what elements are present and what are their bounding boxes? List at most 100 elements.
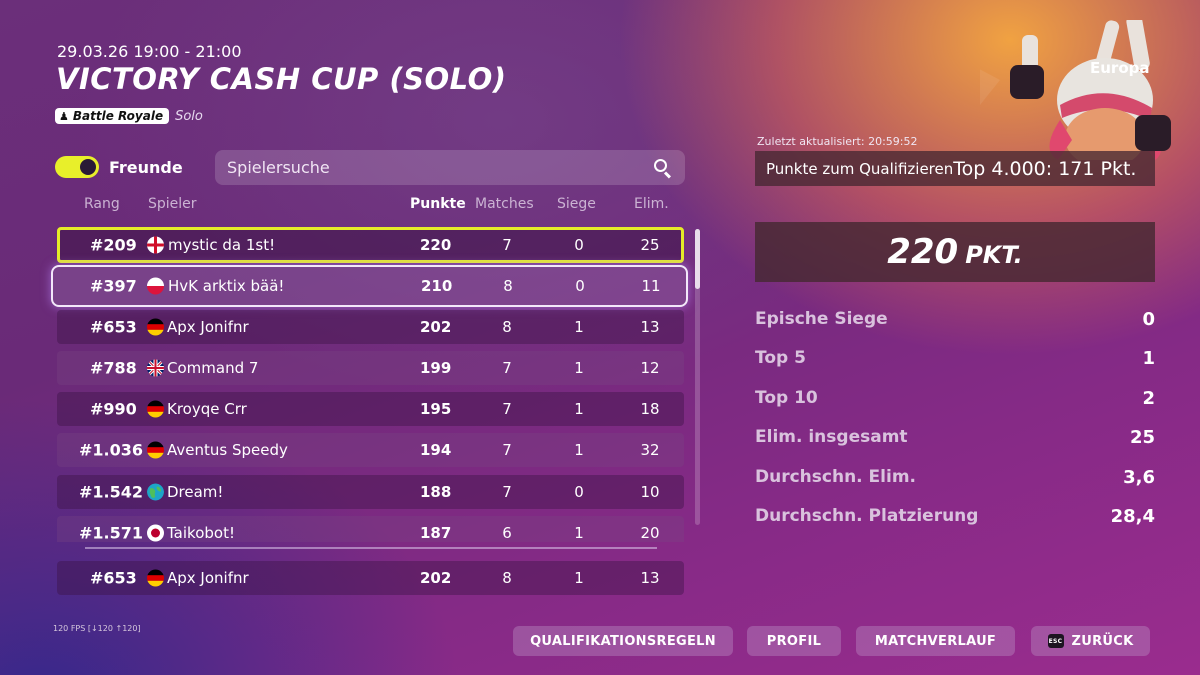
qualification-rules-button[interactable]: QUALIFIKATIONSREGELN xyxy=(513,626,733,656)
row-wins: 0 xyxy=(575,277,585,295)
character-artwork xyxy=(980,20,1171,160)
player-search-input[interactable]: Spielersuche xyxy=(215,150,685,185)
friends-toggle[interactable]: Freunde xyxy=(55,156,183,178)
back-button-label: ZURÜCK xyxy=(1071,633,1134,649)
row-wins: 1 xyxy=(574,400,584,418)
row-elims: 32 xyxy=(640,441,660,459)
event-date: 29.03.26 19:00 - 21:00 xyxy=(57,42,242,61)
row-rank: #653 xyxy=(90,317,137,337)
stat-value: 28,4 xyxy=(1110,506,1155,527)
leaderboard-row[interactable]: #1.571 Taikobot! 187 6 1 20 xyxy=(57,516,684,542)
flag-germany-icon xyxy=(147,318,164,336)
total-points: 220 PKT. xyxy=(755,222,1155,282)
row-player: Aventus Speedy xyxy=(167,441,288,459)
stat-label: Durchschn. Elim. xyxy=(755,467,916,487)
row-matches: 7 xyxy=(502,483,512,501)
row-elims: 12 xyxy=(640,359,660,377)
row-wins: 1 xyxy=(574,359,584,377)
leaderboard-row[interactable]: #788 Command 7 199 7 1 12 xyxy=(57,351,684,385)
leaderboard-row-own[interactable]: #209 mystic da 1st! 220 7 0 25 xyxy=(57,227,684,263)
globe-icon xyxy=(147,483,164,501)
last-updated: Zuletzt aktualisiert: 20:59:52 xyxy=(757,135,918,148)
stat-value: 3,6 xyxy=(1123,467,1155,488)
stat-value: 2 xyxy=(1142,388,1155,409)
column-header-points: Punkte xyxy=(410,196,466,212)
row-wins: 0 xyxy=(574,483,584,501)
row-elims: 18 xyxy=(640,400,660,418)
friends-toggle-switch[interactable] xyxy=(55,156,99,178)
leaderboard-row[interactable]: #1.036 Aventus Speedy 194 7 1 32 xyxy=(57,433,684,467)
row-player: Taikobot! xyxy=(167,524,235,542)
flag-germany-icon xyxy=(147,441,164,459)
stat-avg-placement: Durchschn. Platzierung 28,4 xyxy=(755,506,1155,530)
row-points: 202 xyxy=(420,569,452,587)
leaderboard-scrollbar[interactable] xyxy=(695,229,700,525)
stat-top10: Top 10 2 xyxy=(755,388,1155,412)
search-icon[interactable] xyxy=(653,158,673,179)
scrollbar-thumb[interactable] xyxy=(695,229,700,289)
qualify-threshold: Punkte zum Qualifizieren Top 4.000: 171 … xyxy=(755,151,1155,186)
row-points: 195 xyxy=(420,400,452,418)
match-history-button[interactable]: MATCHVERLAUF xyxy=(856,626,1015,656)
row-rank: #788 xyxy=(90,358,137,378)
stat-value: 0 xyxy=(1142,309,1155,330)
row-wins: 1 xyxy=(574,441,584,459)
stat-value: 1 xyxy=(1142,348,1155,369)
leaderboard-row-selected[interactable]: #397 HvK arktix bää! 210 8 0 11 xyxy=(51,265,688,307)
row-matches: 7 xyxy=(502,236,512,254)
row-rank: #397 xyxy=(90,276,137,296)
flag-poland-icon xyxy=(147,277,164,295)
total-points-unit: PKT. xyxy=(965,241,1023,269)
row-matches: 7 xyxy=(502,400,512,418)
row-player: HvK arktix bää! xyxy=(168,277,285,295)
row-player: Apx Jonifnr xyxy=(167,569,249,587)
stat-label: Top 10 xyxy=(755,388,818,408)
mode-badge: ♟ Battle Royale xyxy=(55,108,170,124)
row-points: 187 xyxy=(420,524,452,542)
search-placeholder: Spielersuche xyxy=(227,158,330,177)
leaderboard-row[interactable]: #1.542 Dream! 188 7 0 10 xyxy=(57,475,684,509)
flag-uk-icon xyxy=(147,359,164,377)
row-points: 220 xyxy=(420,236,452,254)
column-header-elims: Elim. xyxy=(634,196,669,212)
qualify-label: Punkte zum Qualifizieren xyxy=(766,159,954,178)
mode-badge-label: Battle Royale xyxy=(72,109,164,123)
row-rank: #1.542 xyxy=(79,482,144,502)
flag-germany-icon xyxy=(147,569,164,587)
row-points: 199 xyxy=(420,359,452,377)
flag-japan-icon xyxy=(147,524,164,542)
column-header-matches: Matches xyxy=(475,196,534,212)
stat-epic-wins: Epische Siege 0 xyxy=(755,309,1155,333)
qualify-value: Top 4.000: 171 Pkt. xyxy=(953,157,1137,180)
column-header-rank: Rang xyxy=(84,196,120,212)
row-wins: 1 xyxy=(574,318,584,336)
row-matches: 8 xyxy=(502,569,512,587)
row-player: Dream! xyxy=(167,483,224,501)
row-rank: #1.571 xyxy=(79,523,144,543)
row-wins: 0 xyxy=(574,236,584,254)
profile-button[interactable]: PROFIL xyxy=(747,626,841,656)
pinned-leaderboard-row[interactable]: #653 Apx Jonifnr 202 8 1 13 xyxy=(57,561,684,595)
leaderboard-row[interactable]: #990 Kroyqe Crr 195 7 1 18 xyxy=(57,392,684,426)
row-elims: 20 xyxy=(640,524,660,542)
row-matches: 7 xyxy=(502,359,512,377)
row-elims: 13 xyxy=(640,569,660,587)
leaderboard-row[interactable]: #653 Apx Jonifnr 202 8 1 13 xyxy=(57,310,684,344)
row-player: Apx Jonifnr xyxy=(167,318,249,336)
row-rank: #209 xyxy=(90,235,137,255)
row-wins: 1 xyxy=(574,524,584,542)
row-rank: #1.036 xyxy=(79,440,144,460)
row-matches: 8 xyxy=(502,318,512,336)
back-button[interactable]: ESC ZURÜCK xyxy=(1031,626,1150,656)
column-header-player: Spieler xyxy=(148,196,197,212)
fps-counter: 120 FPS [↓120 ↑120] xyxy=(53,624,141,633)
region-label: Europa xyxy=(1090,59,1150,77)
row-points: 202 xyxy=(420,318,452,336)
mode-sub-label: Solo xyxy=(175,108,203,124)
row-points: 194 xyxy=(420,441,452,459)
stat-label: Epische Siege xyxy=(755,309,888,329)
row-matches: 6 xyxy=(502,524,512,542)
friends-toggle-label: Freunde xyxy=(109,157,183,177)
row-player: Kroyqe Crr xyxy=(167,400,247,418)
row-matches: 8 xyxy=(503,277,513,295)
